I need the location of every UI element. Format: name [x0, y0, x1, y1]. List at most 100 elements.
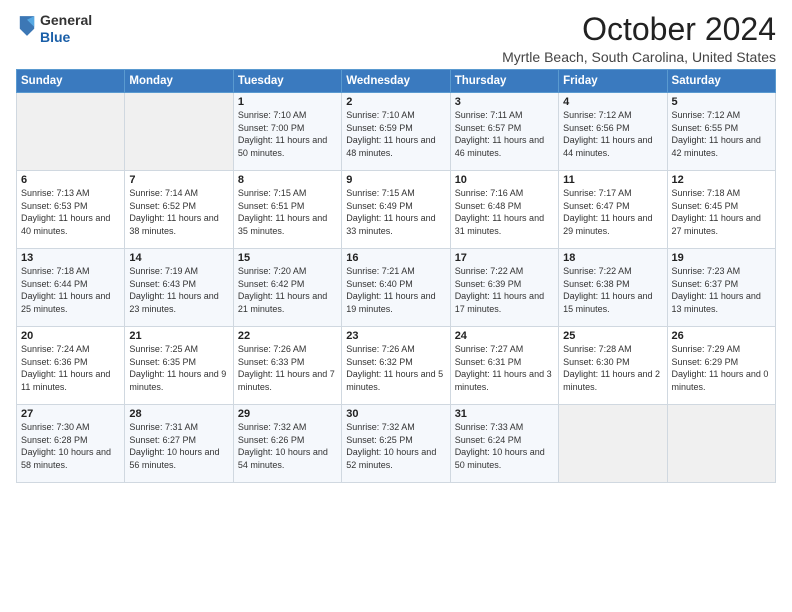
day-info: Sunrise: 7:12 AMSunset: 6:55 PMDaylight:… — [672, 109, 771, 159]
calendar-cell: 1Sunrise: 7:10 AMSunset: 7:00 PMDaylight… — [233, 93, 341, 171]
day-number: 22 — [238, 330, 337, 342]
logo: General Blue — [16, 12, 92, 46]
day-info: Sunrise: 7:12 AMSunset: 6:56 PMDaylight:… — [563, 109, 662, 159]
day-info: Sunrise: 7:10 AMSunset: 7:00 PMDaylight:… — [238, 109, 337, 159]
calendar-cell: 26Sunrise: 7:29 AMSunset: 6:29 PMDayligh… — [667, 327, 775, 405]
day-info: Sunrise: 7:17 AMSunset: 6:47 PMDaylight:… — [563, 187, 662, 237]
day-number: 31 — [455, 408, 554, 420]
day-info: Sunrise: 7:18 AMSunset: 6:45 PMDaylight:… — [672, 187, 771, 237]
day-info: Sunrise: 7:15 AMSunset: 6:51 PMDaylight:… — [238, 187, 337, 237]
week-row-5: 27Sunrise: 7:30 AMSunset: 6:28 PMDayligh… — [17, 405, 776, 483]
day-number: 18 — [563, 252, 662, 264]
day-info: Sunrise: 7:30 AMSunset: 6:28 PMDaylight:… — [21, 421, 120, 471]
day-info: Sunrise: 7:23 AMSunset: 6:37 PMDaylight:… — [672, 265, 771, 315]
calendar-cell: 12Sunrise: 7:18 AMSunset: 6:45 PMDayligh… — [667, 171, 775, 249]
day-info: Sunrise: 7:20 AMSunset: 6:42 PMDaylight:… — [238, 265, 337, 315]
calendar-cell: 3Sunrise: 7:11 AMSunset: 6:57 PMDaylight… — [450, 93, 558, 171]
calendar-cell: 25Sunrise: 7:28 AMSunset: 6:30 PMDayligh… — [559, 327, 667, 405]
title-block: October 2024 Myrtle Beach, South Carolin… — [502, 12, 776, 65]
day-number: 12 — [672, 174, 771, 186]
week-row-2: 6Sunrise: 7:13 AMSunset: 6:53 PMDaylight… — [17, 171, 776, 249]
logo-text: General Blue — [40, 12, 92, 46]
calendar-cell: 23Sunrise: 7:26 AMSunset: 6:32 PMDayligh… — [342, 327, 450, 405]
calendar-cell: 14Sunrise: 7:19 AMSunset: 6:43 PMDayligh… — [125, 249, 233, 327]
calendar-cell: 17Sunrise: 7:22 AMSunset: 6:39 PMDayligh… — [450, 249, 558, 327]
day-number: 21 — [129, 330, 228, 342]
day-number: 8 — [238, 174, 337, 186]
calendar-cell: 13Sunrise: 7:18 AMSunset: 6:44 PMDayligh… — [17, 249, 125, 327]
week-row-4: 20Sunrise: 7:24 AMSunset: 6:36 PMDayligh… — [17, 327, 776, 405]
day-number: 5 — [672, 96, 771, 108]
calendar-cell: 11Sunrise: 7:17 AMSunset: 6:47 PMDayligh… — [559, 171, 667, 249]
day-number: 2 — [346, 96, 445, 108]
calendar-cell — [667, 405, 775, 483]
day-info: Sunrise: 7:19 AMSunset: 6:43 PMDaylight:… — [129, 265, 228, 315]
day-number: 13 — [21, 252, 120, 264]
day-info: Sunrise: 7:11 AMSunset: 6:57 PMDaylight:… — [455, 109, 554, 159]
day-info: Sunrise: 7:13 AMSunset: 6:53 PMDaylight:… — [21, 187, 120, 237]
col-header-sunday: Sunday — [17, 70, 125, 93]
logo-icon — [18, 14, 36, 38]
day-info: Sunrise: 7:26 AMSunset: 6:33 PMDaylight:… — [238, 343, 337, 393]
col-header-wednesday: Wednesday — [342, 70, 450, 93]
calendar-cell: 31Sunrise: 7:33 AMSunset: 6:24 PMDayligh… — [450, 405, 558, 483]
day-number: 14 — [129, 252, 228, 264]
calendar-cell: 30Sunrise: 7:32 AMSunset: 6:25 PMDayligh… — [342, 405, 450, 483]
day-number: 15 — [238, 252, 337, 264]
calendar-table: SundayMondayTuesdayWednesdayThursdayFrid… — [16, 69, 776, 483]
day-number: 16 — [346, 252, 445, 264]
day-number: 27 — [21, 408, 120, 420]
calendar-cell: 29Sunrise: 7:32 AMSunset: 6:26 PMDayligh… — [233, 405, 341, 483]
day-info: Sunrise: 7:31 AMSunset: 6:27 PMDaylight:… — [129, 421, 228, 471]
calendar-cell: 6Sunrise: 7:13 AMSunset: 6:53 PMDaylight… — [17, 171, 125, 249]
week-row-1: 1Sunrise: 7:10 AMSunset: 7:00 PMDaylight… — [17, 93, 776, 171]
day-number: 1 — [238, 96, 337, 108]
main-title: October 2024 — [502, 12, 776, 47]
day-info: Sunrise: 7:14 AMSunset: 6:52 PMDaylight:… — [129, 187, 228, 237]
day-number: 9 — [346, 174, 445, 186]
day-info: Sunrise: 7:33 AMSunset: 6:24 PMDaylight:… — [455, 421, 554, 471]
day-number: 23 — [346, 330, 445, 342]
page: General Blue October 2024 Myrtle Beach, … — [0, 0, 792, 493]
col-header-saturday: Saturday — [667, 70, 775, 93]
day-number: 30 — [346, 408, 445, 420]
calendar-cell: 15Sunrise: 7:20 AMSunset: 6:42 PMDayligh… — [233, 249, 341, 327]
calendar-cell: 8Sunrise: 7:15 AMSunset: 6:51 PMDaylight… — [233, 171, 341, 249]
day-info: Sunrise: 7:18 AMSunset: 6:44 PMDaylight:… — [21, 265, 120, 315]
calendar-cell: 10Sunrise: 7:16 AMSunset: 6:48 PMDayligh… — [450, 171, 558, 249]
calendar-cell — [17, 93, 125, 171]
calendar-cell: 2Sunrise: 7:10 AMSunset: 6:59 PMDaylight… — [342, 93, 450, 171]
day-info: Sunrise: 7:32 AMSunset: 6:25 PMDaylight:… — [346, 421, 445, 471]
day-info: Sunrise: 7:25 AMSunset: 6:35 PMDaylight:… — [129, 343, 228, 393]
day-info: Sunrise: 7:22 AMSunset: 6:38 PMDaylight:… — [563, 265, 662, 315]
day-number: 26 — [672, 330, 771, 342]
col-header-monday: Monday — [125, 70, 233, 93]
day-info: Sunrise: 7:15 AMSunset: 6:49 PMDaylight:… — [346, 187, 445, 237]
day-info: Sunrise: 7:29 AMSunset: 6:29 PMDaylight:… — [672, 343, 771, 393]
day-number: 20 — [21, 330, 120, 342]
day-number: 6 — [21, 174, 120, 186]
calendar-cell: 4Sunrise: 7:12 AMSunset: 6:56 PMDaylight… — [559, 93, 667, 171]
calendar-cell: 27Sunrise: 7:30 AMSunset: 6:28 PMDayligh… — [17, 405, 125, 483]
calendar-cell — [559, 405, 667, 483]
day-info: Sunrise: 7:10 AMSunset: 6:59 PMDaylight:… — [346, 109, 445, 159]
calendar-cell: 5Sunrise: 7:12 AMSunset: 6:55 PMDaylight… — [667, 93, 775, 171]
calendar-cell: 28Sunrise: 7:31 AMSunset: 6:27 PMDayligh… — [125, 405, 233, 483]
calendar-cell — [125, 93, 233, 171]
calendar-cell: 7Sunrise: 7:14 AMSunset: 6:52 PMDaylight… — [125, 171, 233, 249]
day-info: Sunrise: 7:27 AMSunset: 6:31 PMDaylight:… — [455, 343, 554, 393]
col-header-tuesday: Tuesday — [233, 70, 341, 93]
header: General Blue October 2024 Myrtle Beach, … — [16, 12, 776, 65]
calendar-cell: 21Sunrise: 7:25 AMSunset: 6:35 PMDayligh… — [125, 327, 233, 405]
col-header-friday: Friday — [559, 70, 667, 93]
calendar-cell: 22Sunrise: 7:26 AMSunset: 6:33 PMDayligh… — [233, 327, 341, 405]
week-row-3: 13Sunrise: 7:18 AMSunset: 6:44 PMDayligh… — [17, 249, 776, 327]
day-number: 7 — [129, 174, 228, 186]
day-info: Sunrise: 7:28 AMSunset: 6:30 PMDaylight:… — [563, 343, 662, 393]
calendar-cell: 19Sunrise: 7:23 AMSunset: 6:37 PMDayligh… — [667, 249, 775, 327]
calendar-cell: 16Sunrise: 7:21 AMSunset: 6:40 PMDayligh… — [342, 249, 450, 327]
day-number: 17 — [455, 252, 554, 264]
calendar-cell: 18Sunrise: 7:22 AMSunset: 6:38 PMDayligh… — [559, 249, 667, 327]
day-info: Sunrise: 7:16 AMSunset: 6:48 PMDaylight:… — [455, 187, 554, 237]
day-info: Sunrise: 7:24 AMSunset: 6:36 PMDaylight:… — [21, 343, 120, 393]
